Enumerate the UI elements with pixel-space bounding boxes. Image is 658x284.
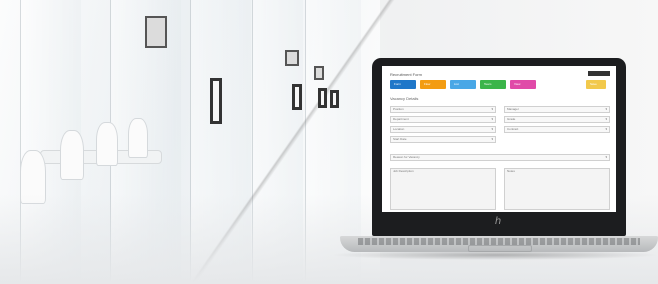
tile-label: Flow [424,82,431,86]
door-handle [210,78,222,124]
form-field[interactable]: Contract ▾ [504,126,610,133]
form-field[interactable]: Start Date ▾ [390,136,496,143]
field-label: Start Date [393,137,407,141]
tile-label: Team [484,82,492,86]
form-field[interactable]: Grade ▾ [504,116,610,123]
door-handle [330,90,339,108]
office-chair [96,122,118,166]
chevron-down-icon: ▾ [605,127,607,131]
field-label: Department [393,117,409,121]
tile-label: View [514,82,521,86]
tile-label: Save [590,82,597,86]
tile-label: Form [394,82,401,86]
form-field[interactable]: Location ▾ [390,126,496,133]
office-chair [128,118,148,158]
text-area[interactable]: Notes [504,168,610,210]
chevron-down-icon: ▾ [491,127,493,131]
tile-flow[interactable]: Flow [420,80,446,89]
field-label: Position [393,107,404,111]
chevron-down-icon: ▾ [605,117,607,121]
app-title: Recruitment Form [390,72,423,77]
field-label: Location [393,127,405,131]
laptop-screen: Recruitment Form Form Flow List Team Vie… [382,66,616,212]
tile-team[interactable]: Team [480,80,506,89]
form-field-wide[interactable]: Reason for Vacancy ▾ [390,154,610,161]
text-area[interactable]: Job Description [390,168,496,210]
touchpad [468,245,532,252]
field-label: Manager [507,107,519,111]
tile-list[interactable]: List [450,80,476,89]
field-label: Notes [507,169,515,173]
wall-panel [285,50,299,66]
keyboard [358,238,640,245]
chevron-down-icon: ▾ [605,107,607,111]
laptop-base [340,236,658,252]
form-field[interactable]: Department ▾ [390,116,496,123]
door-handle [292,84,302,110]
form-field[interactable]: Manager ▾ [504,106,610,113]
chevron-down-icon: ▾ [491,117,493,121]
form-field[interactable]: Position ▾ [390,106,496,113]
chevron-down-icon: ▾ [605,155,607,159]
field-label: Job Description [393,169,414,173]
laptop-lid: Recruitment Form Form Flow List Team Vie… [372,58,626,236]
office-chair [60,130,84,180]
save-button[interactable]: Save [586,80,606,89]
product-hero-image: Recruitment Form Form Flow List Team Vie… [0,0,658,284]
action-tiles: Form Flow List Team View Save [390,80,608,90]
chevron-down-icon: ▾ [491,137,493,141]
wall-panel [314,66,324,80]
door-handle [318,88,327,108]
field-label: Reason for Vacancy [393,155,420,159]
chevron-down-icon: ▾ [491,107,493,111]
wall-panel [145,16,167,48]
tile-view[interactable]: View [510,80,536,89]
tile-form[interactable]: Form [390,80,416,89]
brand-badge [588,71,610,76]
field-label: Contract [507,127,519,131]
tile-label: List [454,82,459,86]
hp-logo: ℎ [494,216,502,227]
field-label: Grade [507,117,516,121]
section-title: Vacancy Details [390,96,419,101]
